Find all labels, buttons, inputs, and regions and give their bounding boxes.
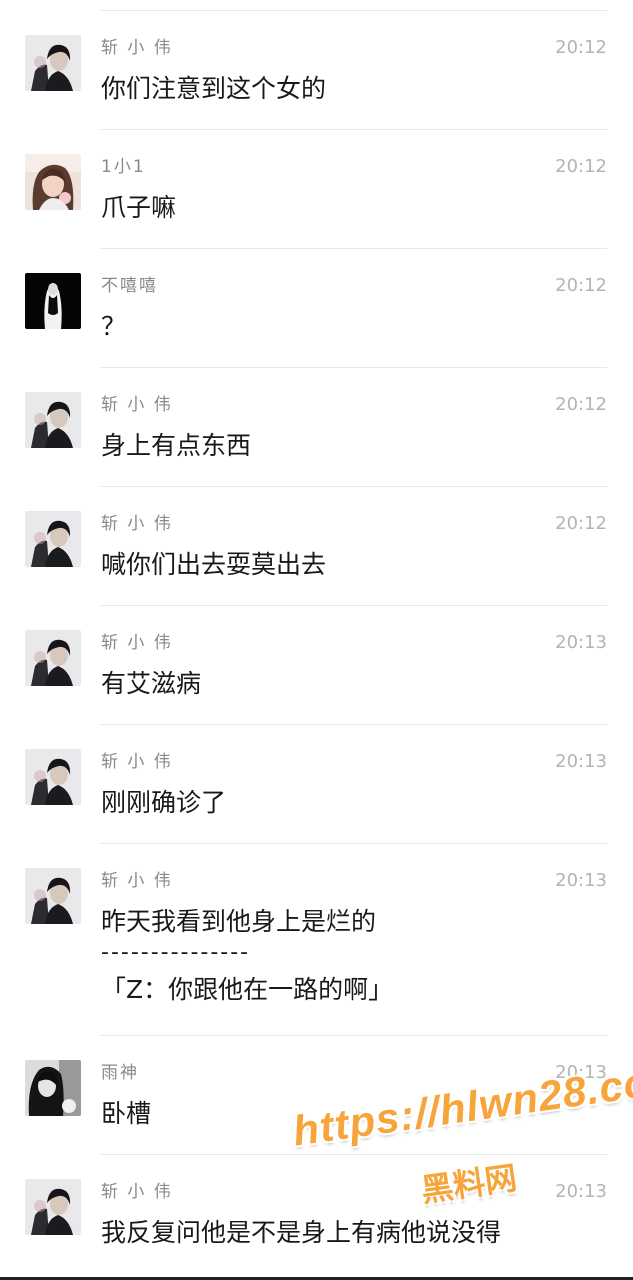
boy-dark-avatar[interactable] (25, 35, 81, 91)
message-time: 20:12 (555, 394, 607, 415)
message-item[interactable]: 斩 小 伟 20:13 昨天我看到他身上是烂的 --------------- … (0, 844, 633, 1036)
message-text: 昨天我看到他身上是烂的 (101, 907, 377, 936)
boy-dark-avatar[interactable] (25, 630, 81, 686)
message-list: 斩 小 伟 20:12 你们注意到这个女的 1小1 20:12 爪子嘛 不嘻嘻 … (0, 11, 633, 1275)
message-time: 20:13 (555, 870, 607, 891)
message-time: 20:13 (555, 632, 607, 653)
message-time: 20:13 (555, 751, 607, 772)
message-item[interactable]: 斩 小 伟 20:12 身上有点东西 (0, 368, 633, 487)
quoted-message: 「Z：你跟他在一路的啊」 (101, 975, 394, 1004)
message-item[interactable]: 斩 小 伟 20:12 喊你们出去耍莫出去 (0, 487, 633, 606)
sender-name: 斩 小 伟 (101, 871, 173, 891)
black-silhouette-avatar[interactable] (25, 273, 81, 329)
message-item[interactable]: 斩 小 伟 20:13 有艾滋病 (0, 606, 633, 725)
message-item[interactable]: 斩 小 伟 20:13 刚刚确诊了 (0, 725, 633, 844)
message-text: 喊你们出去耍莫出去 (101, 550, 327, 579)
sender-name: 斩 小 伟 (101, 752, 173, 772)
message-item[interactable]: 斩 小 伟 20:12 你们注意到这个女的 (0, 11, 633, 130)
sender-name: 斩 小 伟 (101, 633, 173, 653)
sender-name: 雨神 (101, 1063, 139, 1083)
message-item[interactable]: 雨神 20:13 卧槽 (0, 1036, 633, 1155)
boy-dark-avatar[interactable] (25, 749, 81, 805)
sender-name: 斩 小 伟 (101, 38, 173, 58)
message-time: 20:12 (555, 156, 607, 177)
message-time: 20:13 (555, 1181, 607, 1202)
message-text: 我反复问他是不是身上有病他说没得 (101, 1218, 502, 1247)
message-text-block: 昨天我看到他身上是烂的 --------------- 「Z：你跟他在一路的啊」 (101, 902, 603, 1010)
dark-hair-girl-avatar[interactable] (25, 1060, 81, 1116)
sender-name: 不嘻嘻 (101, 276, 158, 296)
message-text: 卧槽 (101, 1099, 152, 1128)
boy-dark-avatar[interactable] (25, 511, 81, 567)
sender-name: 斩 小 伟 (101, 395, 173, 415)
boy-dark-avatar[interactable] (25, 392, 81, 448)
sender-name: 1小1 (101, 157, 146, 177)
message-item[interactable]: 不嘻嘻 20:12 ？ (0, 249, 633, 368)
message-time: 20:13 (555, 1062, 607, 1083)
message-time: 20:12 (555, 513, 607, 534)
message-text: 刚刚确诊了 (101, 788, 227, 817)
message-item[interactable]: 1小1 20:12 爪子嘛 (0, 130, 633, 249)
girl-selfie-avatar[interactable] (25, 154, 81, 210)
message-text: 身上有点东西 (101, 431, 252, 460)
sender-name: 斩 小 伟 (101, 1182, 173, 1202)
message-item[interactable]: 斩 小 伟 20:13 我反复问他是不是身上有病他说没得 (0, 1155, 633, 1275)
message-text: 爪子嘛 (101, 193, 177, 222)
message-text: 有艾滋病 (101, 669, 202, 698)
message-text: ？ (101, 312, 127, 341)
message-text: 你们注意到这个女的 (101, 74, 327, 103)
message-time: 20:12 (555, 37, 607, 58)
message-time: 20:12 (555, 275, 607, 296)
boy-dark-avatar[interactable] (25, 868, 81, 924)
quote-divider: --------------- (101, 940, 251, 965)
sender-name: 斩 小 伟 (101, 514, 173, 534)
boy-dark-avatar[interactable] (25, 1179, 81, 1235)
